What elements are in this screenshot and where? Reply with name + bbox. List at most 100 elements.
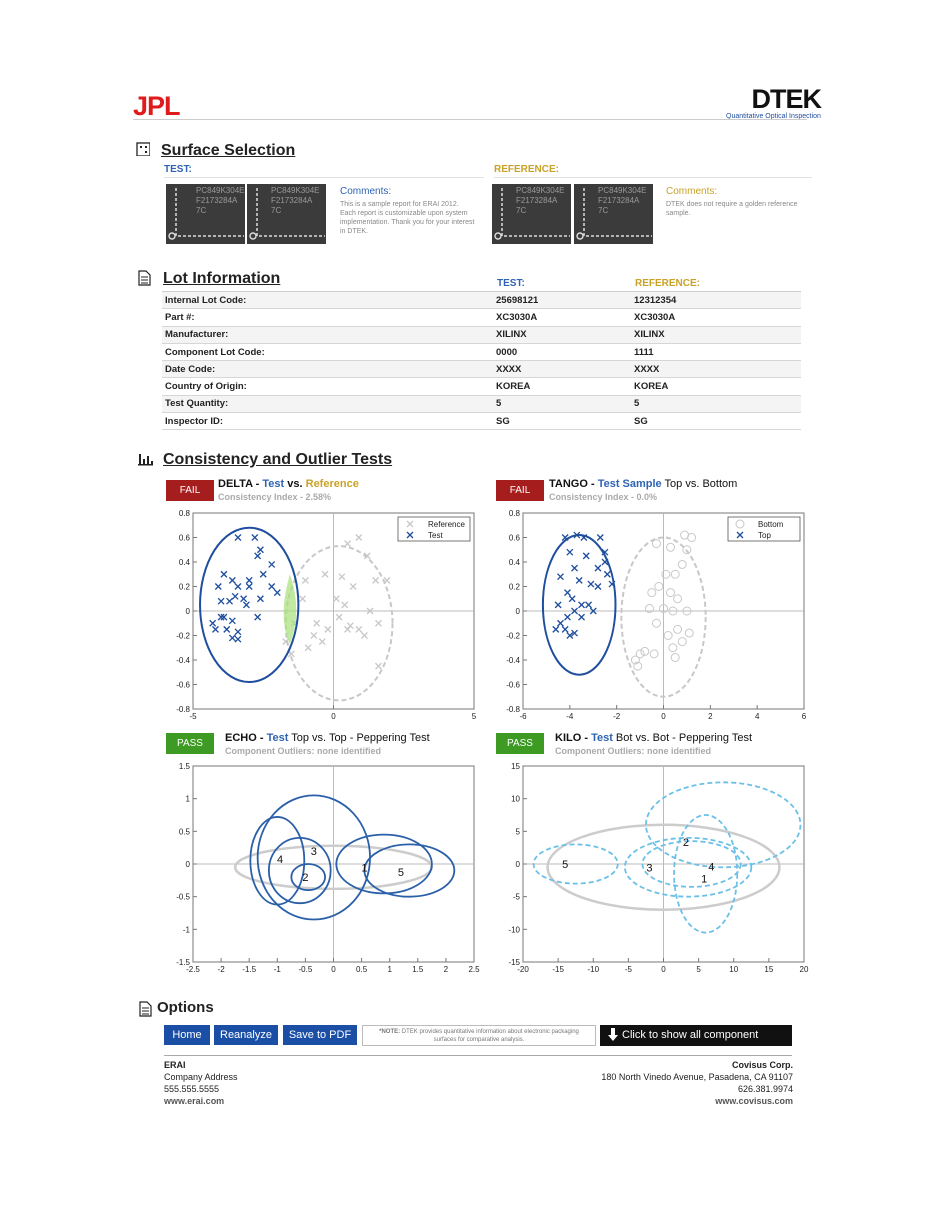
component-label: 1 [361, 862, 367, 874]
reanalyze-button[interactable]: Reanalyze [214, 1025, 278, 1045]
x-tick-label: -15 [552, 965, 564, 974]
lot-table-row: Part #: XC3030A XC3030A [162, 308, 801, 327]
y-tick-label: 0.4 [509, 558, 521, 567]
tango-subtitle: Consistency Index - 0.0% [549, 492, 658, 502]
ref-chip-image[interactable]: PC849K304E F2173284A 7C [492, 184, 571, 244]
x-tick-label: -2 [218, 965, 226, 974]
lot-section-title: Lot Information [163, 270, 281, 287]
lot-cell-label: Inspector ID: [162, 412, 493, 431]
lot-cell-test: XC3030A [493, 308, 631, 327]
component-label: 5 [562, 859, 568, 871]
options-note: *NOTE: DTEK provides quantitative inform… [362, 1025, 596, 1046]
echo-chart: -2.5 -2 -1.5 -1 -0.5 0 0.5 1 1.5 2 2.5-1.5-1-0.500… [176, 762, 480, 974]
test-chip-image[interactable]: PC849K304E F2173284A 7C [247, 184, 326, 244]
lot-cell-ref: XXXX [631, 360, 801, 379]
company-name: ERAI [164, 1060, 186, 1070]
x-tick-label: -5 [625, 965, 633, 974]
x-tick-label: 2 [444, 965, 449, 974]
y-tick-label: -0.2 [506, 632, 520, 641]
y-tick-label: 0.8 [179, 509, 191, 518]
svg-text:PC849K304E: PC849K304E [516, 186, 564, 195]
y-tick-label: 1 [186, 795, 191, 804]
svg-text:7C: 7C [271, 206, 281, 215]
x-tick-label: 1 [387, 965, 392, 974]
lot-cell-test: XILINX [493, 326, 631, 344]
x-tick-label: -1 [274, 965, 282, 974]
test-chip-image[interactable]: PC849K304E F2173284A 7C [166, 184, 245, 244]
show-images-button[interactable]: Click to show all component images. [600, 1025, 792, 1062]
y-tick-label: -15 [508, 958, 520, 967]
x-tick-label: -2 [613, 712, 621, 721]
svg-text:PC849K304E: PC849K304E [598, 186, 646, 195]
y-tick-label: 0 [516, 607, 521, 616]
covisus-website-link[interactable]: www.covisus.com [560, 1095, 793, 1107]
lot-cell-label: Internal Lot Code: [162, 292, 493, 310]
lot-cell-ref: 12312354 [631, 292, 801, 310]
test-comments-title: Comments: [340, 186, 392, 197]
y-tick-label: 0.4 [179, 558, 191, 567]
x-tick-label: 20 [800, 965, 809, 974]
company-website-link[interactable]: www.erai.com [164, 1095, 238, 1107]
download-arrow-icon [608, 1028, 618, 1050]
lot-cell-ref: XILINX [631, 326, 801, 344]
x-tick-label: -0.5 [299, 965, 313, 974]
home-button[interactable]: Home [164, 1025, 210, 1045]
x-tick-label: 2 [708, 712, 713, 721]
echo-pass-badge: PASS [166, 733, 214, 754]
tango-fail-badge: FAIL [496, 480, 544, 501]
save-pdf-button[interactable]: Save to PDF [283, 1025, 357, 1045]
legend-label: Reference [428, 520, 465, 529]
delta-subtitle: Consistency Index - 2.58% [218, 492, 332, 502]
x-tick-label: -6 [519, 712, 527, 721]
document-icon [138, 270, 151, 291]
kilo-title: KILO - Test Bot vs. Bot - Peppering Test [555, 732, 753, 744]
x-tick-label: 6 [802, 712, 807, 721]
delta-fail-badge: FAIL [166, 480, 214, 501]
y-tick-label: 0.2 [179, 583, 191, 592]
component-label: 1 [701, 873, 707, 885]
svg-text:F2173284A: F2173284A [598, 196, 640, 205]
y-tick-label: -0.8 [506, 705, 520, 714]
svg-text:7C: 7C [196, 206, 206, 215]
echo-title: ECHO - Test Top vs. Top - Peppering Test [225, 732, 430, 744]
ref-chip-image[interactable]: PC849K304E F2173284A 7C [574, 184, 653, 244]
lot-cell-label: Manufacturer: [162, 326, 493, 344]
x-tick-label: -5 [189, 712, 197, 721]
svg-text:F2173284A: F2173284A [271, 196, 313, 205]
x-tick-label: -4 [566, 712, 574, 721]
lot-table-row: Inspector ID: SG SG [162, 412, 801, 431]
lot-table-row: Internal Lot Code: 25698121 12312354 [162, 292, 801, 310]
x-tick-label: 2.5 [468, 965, 480, 974]
legend-label: Test [428, 531, 443, 540]
covisus-name: Covisus Corp. [731, 1060, 793, 1070]
ref-comments-text: DTEK does not require a golden reference… [666, 201, 798, 217]
lot-table-row: Country of Origin: KOREA KOREA [162, 377, 801, 396]
lot-cell-test: 0000 [493, 343, 631, 362]
y-tick-label: 10 [511, 795, 520, 804]
lot-cell-ref: KOREA [631, 377, 801, 396]
lot-cell-ref: XC3030A [631, 308, 801, 327]
x-tick-label: 0.5 [356, 965, 368, 974]
lot-cell-ref: 1111 [631, 343, 801, 362]
lot-cell-test: KOREA [493, 377, 631, 396]
y-tick-label: -0.8 [176, 705, 190, 714]
tango-chart: -6 -4 -2 0 2 4 6 -0.8 -0.6 -0.4 -0.2 0 0.2 0.4 0.6 0.8 B… [506, 509, 807, 721]
lot-cell-test: XXXX [493, 360, 631, 379]
svg-text:7C: 7C [598, 206, 608, 215]
y-tick-label: 0.2 [509, 583, 521, 592]
jpl-logo: JPL [133, 91, 208, 121]
x-tick-label: -10 [587, 965, 599, 974]
y-tick-label: 0.6 [509, 534, 521, 543]
lot-table-row: Date Code: XXXX XXXX [162, 360, 801, 379]
footer-left: ERAI Company Address 555.555.5555 www.er… [164, 1059, 238, 1107]
svg-text:PC849K304E: PC849K304E [271, 186, 319, 195]
y-tick-label: -0.4 [506, 656, 520, 665]
y-tick-label: -0.6 [506, 681, 520, 690]
svg-text:F2173284A: F2173284A [196, 196, 238, 205]
document-icon [139, 1001, 152, 1022]
component-label: 3 [311, 846, 317, 858]
lot-cell-test: SG [493, 412, 631, 431]
kilo-chart: -20 -15 -10 -5 0 5 10 15 20-15-10-5051015123 45 [508, 762, 809, 974]
component-label: 2 [683, 837, 689, 849]
component-label: 5 [398, 867, 404, 879]
